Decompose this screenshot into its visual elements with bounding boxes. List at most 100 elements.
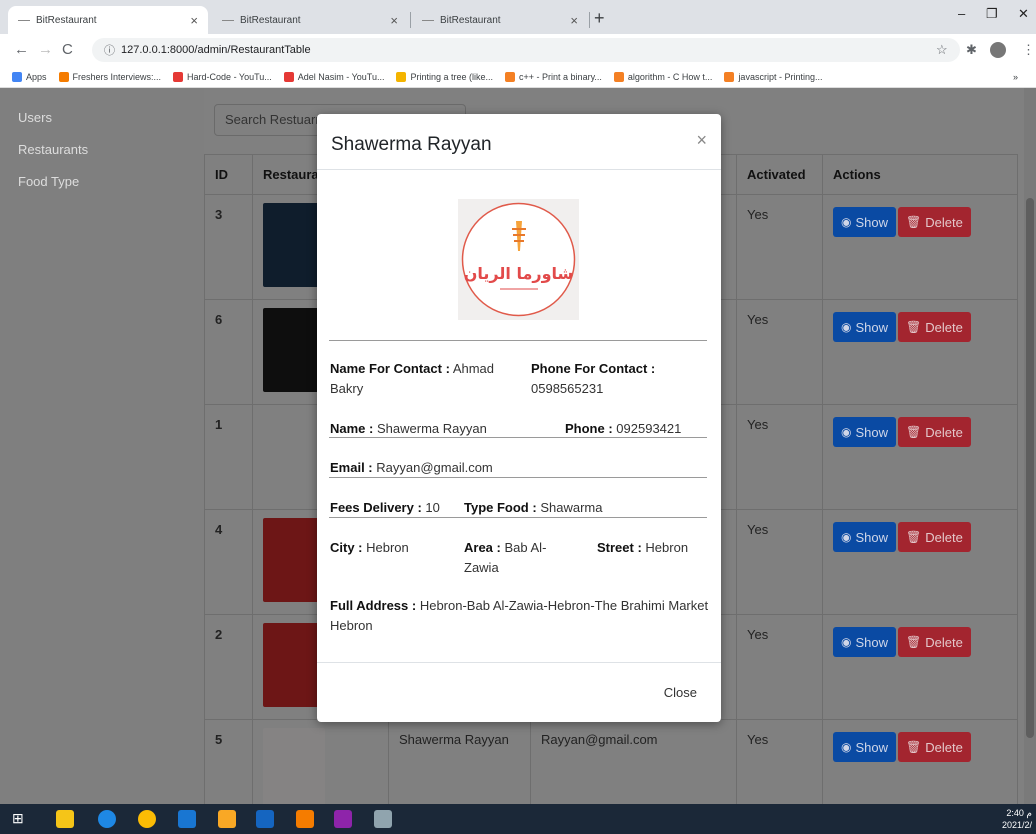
file-explorer-icon[interactable] bbox=[218, 810, 236, 828]
divider bbox=[329, 477, 707, 478]
phpstorm-icon[interactable] bbox=[334, 810, 352, 828]
tab-close-icon[interactable]: × bbox=[190, 13, 198, 28]
eye-icon: ◉ bbox=[841, 320, 852, 334]
column-header-id: ID bbox=[204, 154, 253, 195]
restaurant-details-modal: Shawerma Rayyan × شاورما الريان Name For… bbox=[317, 114, 721, 722]
bookmark-item[interactable]: c++ - Print a binary... bbox=[505, 71, 602, 82]
store-icon[interactable] bbox=[56, 810, 74, 828]
menu-kebab-icon[interactable]: ⋮ bbox=[1022, 42, 1035, 58]
new-tab-button[interactable]: + bbox=[594, 8, 605, 29]
row-activated: Yes bbox=[736, 719, 823, 804]
row-actions: ◉ Show 🗑 Delete bbox=[822, 404, 1018, 510]
bookmark-icon bbox=[396, 71, 407, 82]
bookmark-apps[interactable]: Apps bbox=[12, 71, 47, 82]
extensions-icon[interactable]: ✱ bbox=[966, 42, 977, 58]
edge-icon[interactable] bbox=[98, 810, 116, 828]
tab-separator bbox=[589, 12, 590, 28]
scrollbar-thumb[interactable] bbox=[1026, 198, 1034, 738]
show-button[interactable]: ◉ Show bbox=[833, 312, 897, 342]
forward-arrow-icon[interactable]: → bbox=[38, 41, 53, 58]
tab-bitrestaurant-1[interactable]: BitRestaurant × bbox=[8, 6, 208, 34]
row-activated: Yes bbox=[736, 509, 823, 615]
star-icon[interactable]: ☆ bbox=[936, 42, 948, 58]
xampp-icon[interactable] bbox=[296, 810, 314, 828]
minimize-button[interactable]: – bbox=[958, 6, 965, 21]
favicon-icon bbox=[422, 19, 434, 21]
reload-icon[interactable]: C bbox=[62, 41, 73, 58]
tab-separator bbox=[410, 12, 411, 28]
sidebar-item-users[interactable]: Users bbox=[18, 110, 52, 125]
row-actions: ◉ Show 🗑 Delete bbox=[822, 194, 1018, 300]
app-icon[interactable] bbox=[256, 810, 274, 828]
bookmark-item[interactable]: Hard-Code - YouTu... bbox=[173, 71, 272, 82]
taskbar-clock[interactable]: 2:40 م 2021/2/ bbox=[1002, 807, 1032, 831]
divider bbox=[329, 340, 707, 341]
page-scrollbar[interactable] bbox=[1024, 88, 1036, 804]
row-id: 4 bbox=[204, 509, 253, 615]
profile-avatar[interactable] bbox=[990, 42, 1006, 58]
modal-header: Shawerma Rayyan × bbox=[317, 114, 721, 170]
restore-button[interactable]: ❐ bbox=[986, 6, 998, 22]
windows-start-icon[interactable]: ⊞ bbox=[12, 810, 30, 828]
restaurant-logo-thumb bbox=[263, 308, 325, 392]
sidebar-item-restaurants[interactable]: Restaurants bbox=[18, 142, 88, 157]
close-button[interactable]: Close bbox=[664, 685, 697, 700]
eye-icon: ◉ bbox=[841, 635, 852, 649]
bookmarks-more-icon[interactable]: » bbox=[1013, 72, 1018, 82]
sidebar-item-food-type[interactable]: Food Type bbox=[18, 174, 79, 189]
stackoverflow-icon bbox=[613, 71, 624, 82]
bookmark-item[interactable]: algorithm - C How t... bbox=[613, 71, 712, 82]
trash-icon: 🗑 bbox=[906, 530, 922, 544]
back-arrow-icon[interactable]: ← bbox=[14, 41, 29, 58]
url-input[interactable]: ⓘ 127.0.0.1:8000/admin/RestaurantTable bbox=[92, 38, 960, 62]
delete-button[interactable]: 🗑 Delete bbox=[898, 207, 971, 237]
row-id: 1 bbox=[204, 404, 253, 510]
close-window-button[interactable]: ✕ bbox=[1018, 6, 1029, 22]
show-button[interactable]: ◉ Show bbox=[833, 627, 897, 657]
chrome-icon[interactable] bbox=[138, 810, 156, 828]
sidebar: Users Restaurants Food Type bbox=[0, 88, 200, 804]
bookmark-item[interactable]: javascript - Printing... bbox=[724, 71, 822, 82]
windows-taskbar: ⊞ 2:40 م 2021/2/ bbox=[0, 804, 1036, 834]
show-button[interactable]: ◉ Show bbox=[833, 732, 897, 762]
apps-grid-icon bbox=[12, 71, 22, 82]
column-header-actions: Actions bbox=[822, 154, 1018, 195]
restaurant-logo-thumb bbox=[263, 623, 325, 707]
delete-button[interactable]: 🗑 Delete bbox=[898, 732, 971, 762]
row-id: 5 bbox=[204, 719, 253, 804]
tab-title: BitRestaurant bbox=[440, 14, 501, 26]
tab-bitrestaurant-2[interactable]: BitRestaurant × bbox=[212, 6, 408, 34]
name-for-contact-field: Name For Contact : Ahmad Bakry bbox=[330, 361, 495, 396]
show-button[interactable]: ◉ Show bbox=[833, 207, 897, 237]
row-activated: Yes bbox=[736, 299, 823, 405]
mail-icon[interactable] bbox=[178, 810, 196, 828]
fees-delivery-field: Fees Delivery : 10 bbox=[330, 500, 440, 515]
favicon-icon bbox=[18, 19, 30, 21]
eye-icon: ◉ bbox=[841, 740, 852, 754]
bookmark-item[interactable]: Adel Nasim - YouTu... bbox=[283, 71, 384, 82]
modal-close-icon[interactable]: × bbox=[696, 130, 707, 151]
full-address-field: Full Address : Hebron-Bab Al-Zawia-Hebro… bbox=[330, 598, 709, 633]
tab-bitrestaurant-3[interactable]: BitRestaurant × bbox=[412, 6, 588, 34]
phone-field: Phone : 092593421 bbox=[565, 421, 682, 436]
logo-text: شاورما الريان bbox=[464, 264, 574, 283]
row-id: 2 bbox=[204, 614, 253, 720]
delete-button[interactable]: 🗑 Delete bbox=[898, 417, 971, 447]
restaurant-logo-thumb bbox=[263, 203, 325, 287]
delete-button[interactable]: 🗑 Delete bbox=[898, 627, 971, 657]
divider bbox=[329, 437, 707, 438]
show-button[interactable]: ◉ Show bbox=[833, 522, 897, 552]
app-icon[interactable] bbox=[374, 810, 392, 828]
bookmark-item[interactable]: Freshers Interviews:... bbox=[58, 71, 161, 82]
tab-close-icon[interactable]: × bbox=[390, 13, 398, 28]
show-button[interactable]: ◉ Show bbox=[833, 417, 897, 447]
area-field: Area : Bab Al-Zawia bbox=[464, 540, 547, 575]
delete-button[interactable]: 🗑 Delete bbox=[898, 522, 971, 552]
delete-button[interactable]: 🗑 Delete bbox=[898, 312, 971, 342]
tab-title: BitRestaurant bbox=[36, 14, 97, 26]
city-field: City : Hebron bbox=[330, 540, 409, 555]
bookmark-item[interactable]: Printing a tree (like... bbox=[396, 71, 493, 82]
tab-close-icon[interactable]: × bbox=[570, 13, 578, 28]
eye-icon: ◉ bbox=[841, 425, 852, 439]
browser-tab-strip: BitRestaurant × BitRestaurant × BitResta… bbox=[0, 0, 1036, 34]
